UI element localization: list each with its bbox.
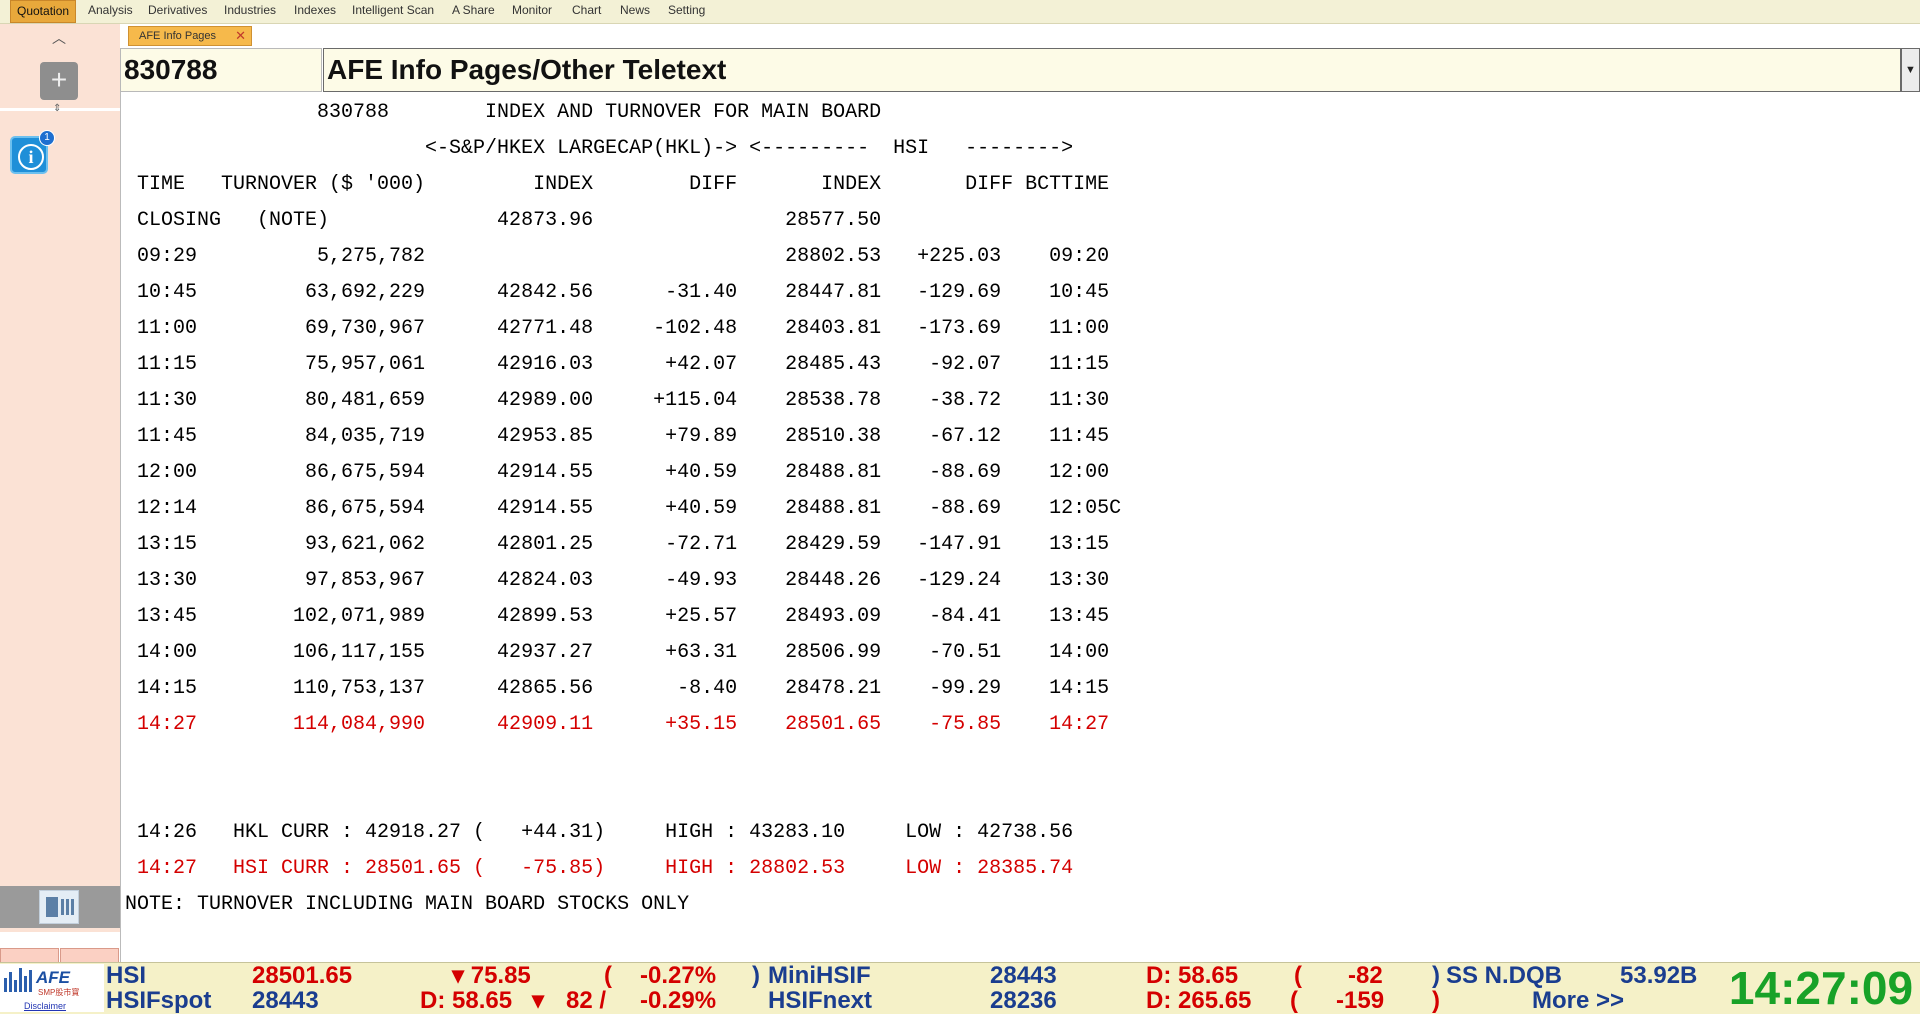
ticker-hsi-name[interactable]: HSI	[106, 963, 146, 988]
tab-afe-info-pages[interactable]: AFE Info Pages ✕	[128, 26, 252, 46]
ticker-ssndqb-name[interactable]: SS N.DQB	[1446, 963, 1562, 988]
menu-item-monitor[interactable]: Monitor	[506, 0, 558, 21]
teletext-line: 12:00 86,675,594 42914.55 +40.59 28488.8…	[137, 461, 1110, 484]
ticker-hsifspot-change: 82 /	[566, 987, 607, 1014]
logo-text: AFE	[36, 968, 70, 987]
ticker-ssndqb-value: 53.92B	[1620, 962, 1698, 989]
menu-item-setting[interactable]: Setting	[662, 0, 711, 21]
teletext-line: 14:27 HSI CURR : 28501.65 ( -75.85) HIGH…	[137, 857, 1074, 880]
page-code-input[interactable]: 830788	[120, 48, 322, 92]
more-link[interactable]: More >>	[1532, 988, 1624, 1013]
resize-handle-icon[interactable]: ⇕	[53, 103, 61, 114]
ticker-hsifspot-value: 28443	[252, 987, 319, 1014]
menu-item-chart[interactable]: Chart	[566, 0, 607, 21]
teletext-line: CLOSING (NOTE) 42873.96 28577.50	[137, 209, 882, 232]
ticker-minihsif-value: 28443	[990, 962, 1057, 989]
ticker-hsifnext-paren-open: (	[1290, 987, 1298, 1014]
ticker-hsi-change: ▾ 75.85	[452, 962, 531, 989]
teletext-line: 12:14 86,675,594 42914.55 +40.59 28488.8…	[137, 497, 1122, 520]
info-glyph: i	[18, 144, 44, 170]
teletext-line: 11:00 69,730,967 42771.48 -102.48 28403.…	[137, 317, 1110, 340]
ticker-hsi-pct: -0.27%	[640, 962, 717, 989]
ticker-hsifspot-diff: D: 58.65	[420, 987, 513, 1014]
ticker-minihsif-name[interactable]: MiniHSIF	[768, 963, 871, 988]
teletext-line: 09:29 5,275,782 28802.53 +225.03 09:20	[137, 245, 1110, 268]
document-pages-icon[interactable]	[39, 890, 79, 924]
teletext-line: 14:00 106,117,155 42937.27 +63.31 28506.…	[137, 641, 1110, 664]
menu-item-indexes[interactable]: Indexes	[288, 0, 342, 21]
menu-item-quotation[interactable]: Quotation	[10, 0, 77, 23]
teletext-line: 13:30 97,853,967 42824.03 -49.93 28448.2…	[137, 569, 1110, 592]
teletext-line: <-S&P/HKEX LARGECAP(HKL)-> <--------- HS…	[137, 137, 1074, 160]
ticker-hsi-pct-open: (	[604, 962, 612, 989]
ticker-minihsif-change: -82	[1348, 962, 1383, 989]
tab-label: AFE Info Pages	[139, 30, 217, 42]
menu-item-intelligent-scan[interactable]: Intelligent Scan	[346, 0, 440, 21]
add-button[interactable]: +	[40, 62, 78, 100]
page-header: 830788 AFE Info Pages/Other Teletext ▼	[120, 48, 1920, 92]
teletext-line: TIME TURNOVER ($ '000) INDEX DIFF INDEX …	[137, 173, 1110, 196]
left-sidebar: ︿ + ⇕ i 1 F1 F2	[0, 24, 120, 988]
teletext-line: 11:15 75,957,061 42916.03 +42.07 28485.4…	[137, 353, 1110, 376]
menu-item-industries[interactable]: Industries	[218, 0, 282, 21]
page-title-select[interactable]: AFE Info Pages/Other Teletext	[323, 48, 1901, 92]
ticker-hsi-value: 28501.65	[252, 962, 353, 989]
market-ticker-bar: AFE SMP股市寶 Disclaimer HSI 28501.65 ▾ 75.…	[0, 962, 1920, 1014]
ticker-hsifspot-name[interactable]: HSIFspot	[106, 988, 211, 1013]
menu-item-derivatives[interactable]: Derivatives	[142, 0, 213, 21]
teletext-page: 830788 INDEX AND TURNOVER FOR MAIN BOARD…	[120, 92, 1920, 962]
menu-item-analysis[interactable]: Analysis	[82, 0, 139, 21]
main-menu-bar: Quotation Analysis Derivatives Industries In…	[0, 0, 1920, 24]
menu-item-a-share[interactable]: A Share	[446, 0, 501, 21]
chevron-up-icon[interactable]: ︿	[52, 28, 66, 48]
clock: 14:27:09	[1728, 962, 1914, 1014]
teletext-note: NOTE: TURNOVER INCLUDING MAIN BOARD STOC…	[125, 893, 690, 916]
logo-subtext: SMP股市寶	[38, 988, 80, 997]
teletext-line: 830788 INDEX AND TURNOVER FOR MAIN BOARD	[137, 101, 882, 124]
ticker-hsifnext-paren-close: )	[1432, 987, 1440, 1014]
teletext-line: 11:45 84,035,719 42953.85 +79.89 28510.3…	[137, 425, 1110, 448]
ticker-hsifnext-name[interactable]: HSIFnext	[768, 988, 872, 1013]
dropdown-arrow-icon[interactable]: ▼	[1901, 48, 1920, 92]
ticker-hsifnext-value: 28236	[990, 987, 1057, 1014]
ticker-hsifspot-pct: -0.29%	[640, 987, 717, 1014]
menu-item-news[interactable]: News	[614, 0, 656, 21]
teletext-line: 11:30 80,481,659 42989.00 +115.04 28538.…	[137, 389, 1110, 412]
ticker-hsi-pct-close: )	[752, 962, 760, 989]
ticker-minihsif-diff: D: 58.65	[1146, 962, 1239, 989]
teletext-line: 10:45 63,692,229 42842.56 -31.40 28447.8…	[137, 281, 1110, 304]
ticker-hsifnext-diff: D: 265.65	[1146, 987, 1252, 1014]
close-icon[interactable]: ✕	[235, 27, 246, 45]
teletext-line: 14:26 HKL CURR : 42918.27 ( +44.31) HIGH…	[137, 821, 1074, 844]
teletext-line: 13:45 102,071,989 42899.53 +25.57 28493.…	[137, 605, 1110, 628]
ticker-hsifnext-change: -159	[1336, 987, 1385, 1014]
function-panel	[0, 886, 120, 928]
ticker-minihsif-paren-open: (	[1294, 962, 1302, 989]
ticker-hsifspot-arrow: ▾	[532, 987, 545, 1014]
teletext-line: 13:15 93,621,062 42801.25 -72.71 28429.5…	[137, 533, 1110, 556]
teletext-line: 14:15 110,753,137 42865.56 -8.40 28478.2…	[137, 677, 1110, 700]
ticker-minihsif-paren-close: )	[1432, 962, 1440, 989]
afe-logo[interactable]: AFE SMP股市寶 Disclaimer	[0, 964, 104, 1012]
notification-badge: 1	[39, 130, 55, 146]
teletext-line: 14:27 114,084,990 42909.11 +35.15 28501.…	[137, 713, 1110, 736]
disclaimer-link[interactable]: Disclaimer	[24, 1001, 66, 1011]
